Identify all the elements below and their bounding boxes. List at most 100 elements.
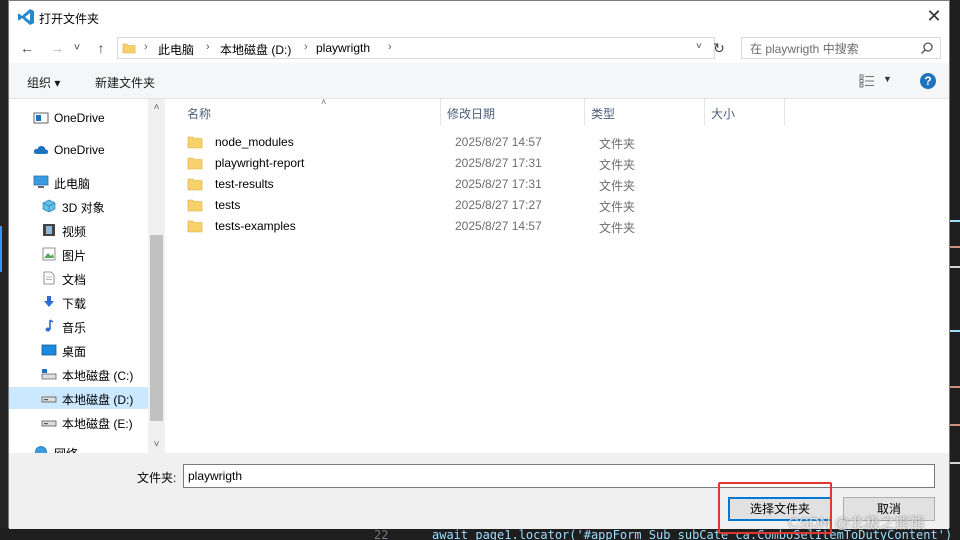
cloud-icon [33,145,49,154]
address-bar[interactable]: › 此电脑 › 本地磁盘 (D:) › playwrigth › ˅ [117,37,715,59]
recent-locations-button[interactable]: ˅ [71,38,83,58]
column-header-date[interactable]: 修改日期 [441,99,585,125]
folder-icon [187,157,203,170]
sidebar-item-label: 下载 [62,297,87,311]
forward-button[interactable]: → [47,38,67,58]
sidebar-item-label: 此电脑 [54,177,91,191]
download-icon [44,296,54,307]
address-dropdown-button[interactable]: ˅ [696,41,702,52]
file-row[interactable]: node_modules 2025/8/27 14:57 文件夹 [183,132,783,153]
breadcrumb-separator: › [144,41,148,53]
column-header-label: 修改日期 [447,107,496,121]
video-icon [43,224,55,236]
file-type: 文件夹 [599,200,636,214]
editor-left-gutter [0,0,8,528]
view-options-icon[interactable] [859,74,875,88]
sidebar-item-drive-d[interactable]: 本地磁盘 (D:) [9,387,149,409]
search-icon [921,42,933,54]
sort-ascending-icon: ˄ [321,97,327,107]
sidebar-item-network[interactable]: 网络 [9,441,149,453]
column-header-label: 名称 [187,107,212,121]
close-button[interactable]: ✕ [919,1,949,33]
file-row[interactable]: tests 2025/8/27 17:27 文件夹 [183,195,783,216]
sidebar-item-desktop[interactable]: 桌面 [9,339,149,361]
sidebar-item-drive-e[interactable]: 本地磁盘 (E:) [9,411,149,433]
sidebar-item-label: OneDrive [54,111,105,125]
column-header-size[interactable]: 大小 [705,99,785,125]
scroll-up-button[interactable]: ˄ [148,99,165,116]
computer-icon [33,175,49,188]
breadcrumb-this-pc[interactable]: 此电脑 [158,41,194,58]
file-name: test-results [215,177,274,191]
breadcrumb-drive-d[interactable]: 本地磁盘 (D:) [220,41,291,58]
sidebar-item-label: 视频 [62,225,87,239]
drive-e-icon [41,420,57,427]
folder-icon [187,136,203,149]
file-name: node_modules [215,135,294,149]
file-type: 文件夹 [599,179,636,193]
navigation-bar: ← → ˅ ↑ › 此电脑 › 本地磁盘 (D:) › playwrigth ›… [9,33,949,63]
sidebar-item-onedrive-personal[interactable]: OneDrive [9,107,149,129]
file-type: 文件夹 [599,137,636,151]
document-icon [43,271,55,285]
folder-icon [122,43,136,54]
breadcrumb-playwrigth[interactable]: playwrigth [316,41,370,55]
sidebar-item-music[interactable]: 音乐 [9,315,149,337]
sidebar-item-onedrive[interactable]: OneDrive [9,139,149,161]
sidebar-item-label: 网络 [54,445,78,453]
column-header-label: 大小 [711,107,736,121]
watermark-text: CSDN @北极之熊熊 [788,515,925,532]
desktop-icon [41,344,57,356]
search-box [741,37,941,59]
sidebar-item-drive-c[interactable]: 本地磁盘 (C:) [9,363,149,385]
up-button[interactable]: ↑ [91,38,111,58]
folder-icon [187,220,203,233]
file-row[interactable]: playwright-report 2025/8/27 17:31 文件夹 [183,153,783,174]
file-type: 文件夹 [599,158,636,172]
sidebar-item-label: 音乐 [62,321,87,335]
file-list: 名称 ˄ 修改日期 类型 大小 node_modules 2025/8/27 1… [165,97,949,453]
cube-3d-icon [42,199,56,213]
refresh-button[interactable]: ↻ [709,38,729,58]
sidebar-item-3d-objects[interactable]: 3D 对象 [9,195,149,217]
folder-icon [187,199,203,212]
dialog-title: 打开文件夹 [39,12,100,26]
drive-c-icon [41,369,57,380]
music-icon [45,319,54,332]
column-header-type[interactable]: 类型 [585,99,705,125]
navigation-scrollbar[interactable]: ˄ ˅ [148,99,165,453]
command-toolbar: 组织 ▾ 新建文件夹 ▼ ? [9,63,949,99]
help-button[interactable]: ? [920,73,936,89]
drive-d-icon [41,396,57,403]
column-header-label: 类型 [591,107,616,121]
organize-button[interactable]: 组织 ▾ [27,74,60,91]
file-date: 2025/8/27 14:57 [455,219,542,233]
search-input[interactable] [748,40,912,58]
file-date: 2025/8/27 17:27 [455,198,542,212]
folder-label: 文件夹: [137,471,177,485]
scroll-down-button[interactable]: ˅ [148,436,165,453]
view-dropdown-button[interactable]: ▼ [883,74,892,84]
scroll-thumb[interactable] [150,235,163,421]
sidebar-item-this-pc[interactable]: 此电脑 [9,171,149,193]
sidebar-item-label: 3D 对象 [62,201,105,215]
file-name: tests [215,198,241,212]
editor-line-number: 22 [374,528,389,540]
file-date: 2025/8/27 17:31 [455,177,542,191]
vscode-icon [18,9,34,25]
sidebar-item-videos[interactable]: 视频 [9,219,149,241]
sidebar-item-downloads[interactable]: 下载 [9,291,149,313]
file-row[interactable]: tests-examples 2025/8/27 14:57 文件夹 [183,216,783,237]
sidebar-item-pictures[interactable]: 图片 [9,243,149,265]
navigation-pane: OneDrive OneDrive 此电脑 3D 对象 视频 图片 文档 下载 … [9,99,165,453]
back-button[interactable]: ← [17,38,37,58]
file-date: 2025/8/27 14:57 [455,135,542,149]
sidebar-item-label: OneDrive [54,143,105,157]
file-type: 文件夹 [599,221,636,235]
new-folder-button[interactable]: 新建文件夹 [95,74,155,91]
file-row[interactable]: test-results 2025/8/27 17:31 文件夹 [183,174,783,195]
column-header-name[interactable]: 名称 ˄ [181,97,441,125]
sidebar-item-documents[interactable]: 文档 [9,267,149,289]
sidebar-item-label: 本地磁盘 (E:) [62,417,133,431]
sidebar-item-label: 桌面 [62,345,87,359]
